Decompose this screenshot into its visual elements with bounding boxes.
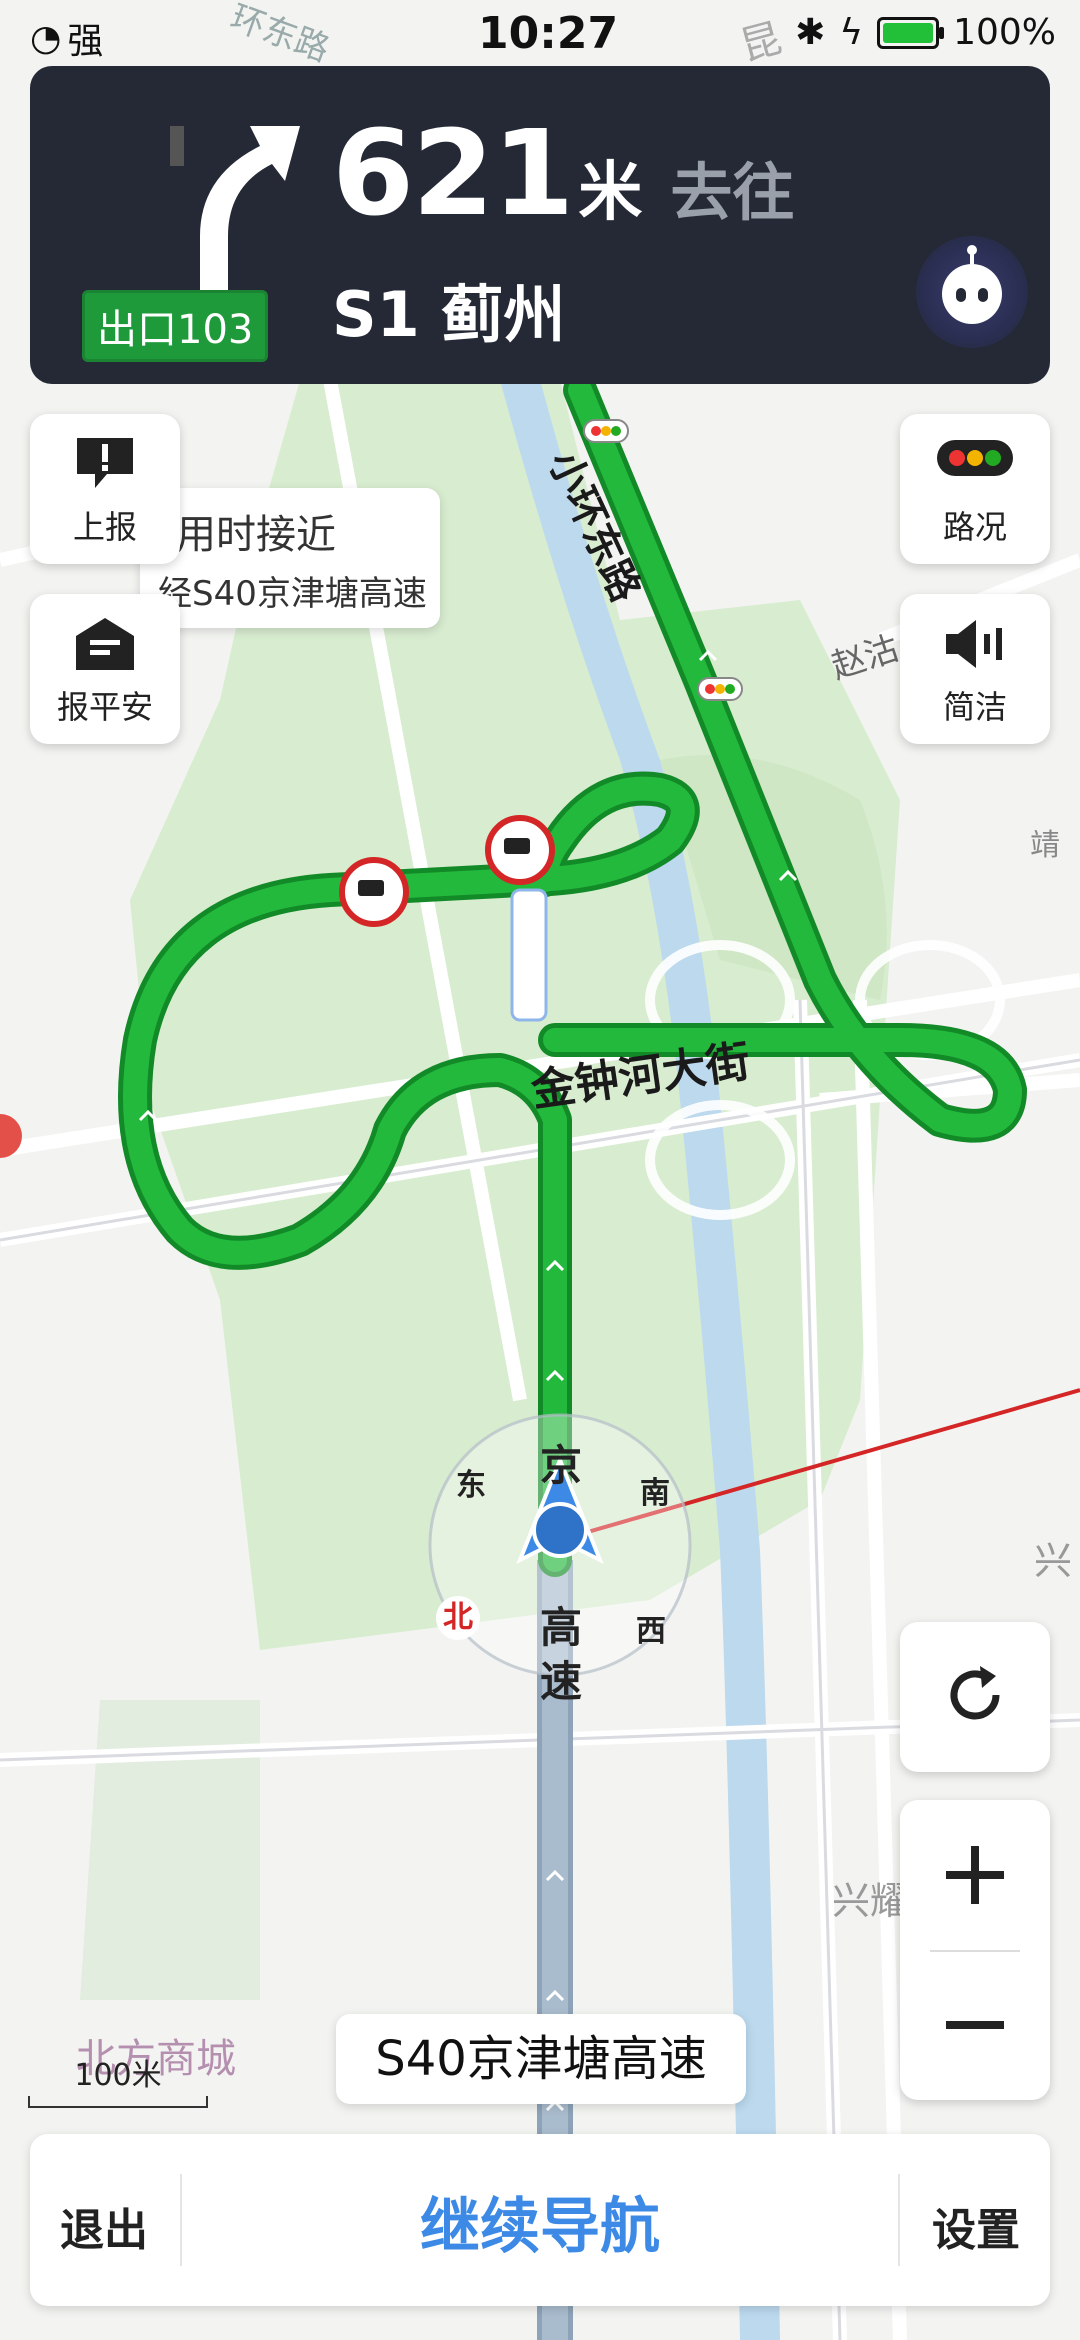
scale-label: 100米 xyxy=(74,2058,162,2093)
eta-route-label: 经S40京津塘高速 xyxy=(158,574,427,614)
zoom-out-button[interactable] xyxy=(900,1950,1050,2100)
refresh-route-button[interactable] xyxy=(900,1622,1050,1772)
settings-button[interactable]: 设置 xyxy=(932,2194,1020,2258)
distance-value: 621 xyxy=(332,104,574,242)
place-label-xingyao: 兴耀 xyxy=(832,1879,909,1923)
status-right: ✱ ϟ 100% xyxy=(795,12,1056,53)
battery-percent: 100% xyxy=(953,12,1056,53)
traffic-button[interactable]: 路况 xyxy=(900,414,1050,564)
bottom-action-bar: 退出 继续导航 设置 xyxy=(30,2134,1050,2306)
report-label: 上报 xyxy=(72,508,137,546)
distance-unit: 米 xyxy=(578,156,643,230)
zoom-in-button[interactable] xyxy=(900,1800,1050,1950)
go-to-label: 去往 xyxy=(670,156,795,229)
current-road-label: S40京津塘高速 xyxy=(336,2014,746,2104)
distance-display: 621 米 去往 xyxy=(332,104,794,242)
scale-bar xyxy=(28,2096,208,2108)
compass-south: 南 xyxy=(640,1476,670,1511)
eta-time-label: 用时接近 xyxy=(176,512,336,558)
report-button[interactable]: 上报 xyxy=(30,414,180,564)
divider-right xyxy=(898,2174,900,2266)
compass-west: 西 xyxy=(636,1614,666,1649)
bluetooth-icon: ✱ xyxy=(795,12,826,53)
road-label-jing: 靖 xyxy=(1030,828,1060,863)
traffic-light-icon xyxy=(900,434,1050,484)
clock: 10:27 xyxy=(478,8,619,59)
traffic-label: 路况 xyxy=(942,508,1007,546)
plus-icon xyxy=(946,1846,1004,1904)
exit-badge: 出口103 xyxy=(82,290,269,362)
continue-navigation-button[interactable]: 继续导航 xyxy=(30,2178,1050,2265)
envelope-icon xyxy=(30,614,180,674)
guidance-card[interactable]: 出口103 621 米 去往 S1 蓟州 xyxy=(30,66,1050,384)
battery-icon xyxy=(877,16,945,49)
destination-label: S1 蓟州 xyxy=(332,278,566,351)
voice-mode-button[interactable]: 简洁 xyxy=(900,594,1050,744)
eta-bubble[interactable]: 用时接近 经S40京津塘高速 xyxy=(140,488,440,628)
refresh-icon xyxy=(900,1660,1050,1730)
compass-east: 东 xyxy=(456,1468,486,1503)
minus-icon xyxy=(946,2021,1004,2029)
speaker-icon xyxy=(900,614,1050,674)
safe-button[interactable]: 报平安 xyxy=(30,594,180,744)
compass-north: 北 xyxy=(436,1596,480,1640)
signal-indicator: ◔ 强 xyxy=(30,12,103,64)
highway-label-char1: 京 xyxy=(540,1441,583,1490)
highway-label-char2: 高 xyxy=(540,1603,583,1652)
zoom-controls xyxy=(900,1800,1050,2100)
highway-label-char3: 速 xyxy=(540,1657,583,1706)
place-label-xing: 兴 xyxy=(1034,1539,1073,1583)
voice-assistant-icon[interactable] xyxy=(916,236,1028,348)
report-icon xyxy=(30,434,180,494)
charging-icon: ϟ xyxy=(839,12,864,53)
safe-label: 报平安 xyxy=(56,688,153,726)
signal-icon: ◔ xyxy=(30,17,62,59)
status-bar: ◔ 强 10:27 ✱ ϟ 100% xyxy=(0,0,1080,66)
voice-mode-label: 简洁 xyxy=(942,688,1007,726)
scale-indicator: 100米 xyxy=(28,2050,208,2108)
signal-label: 强 xyxy=(67,21,104,62)
